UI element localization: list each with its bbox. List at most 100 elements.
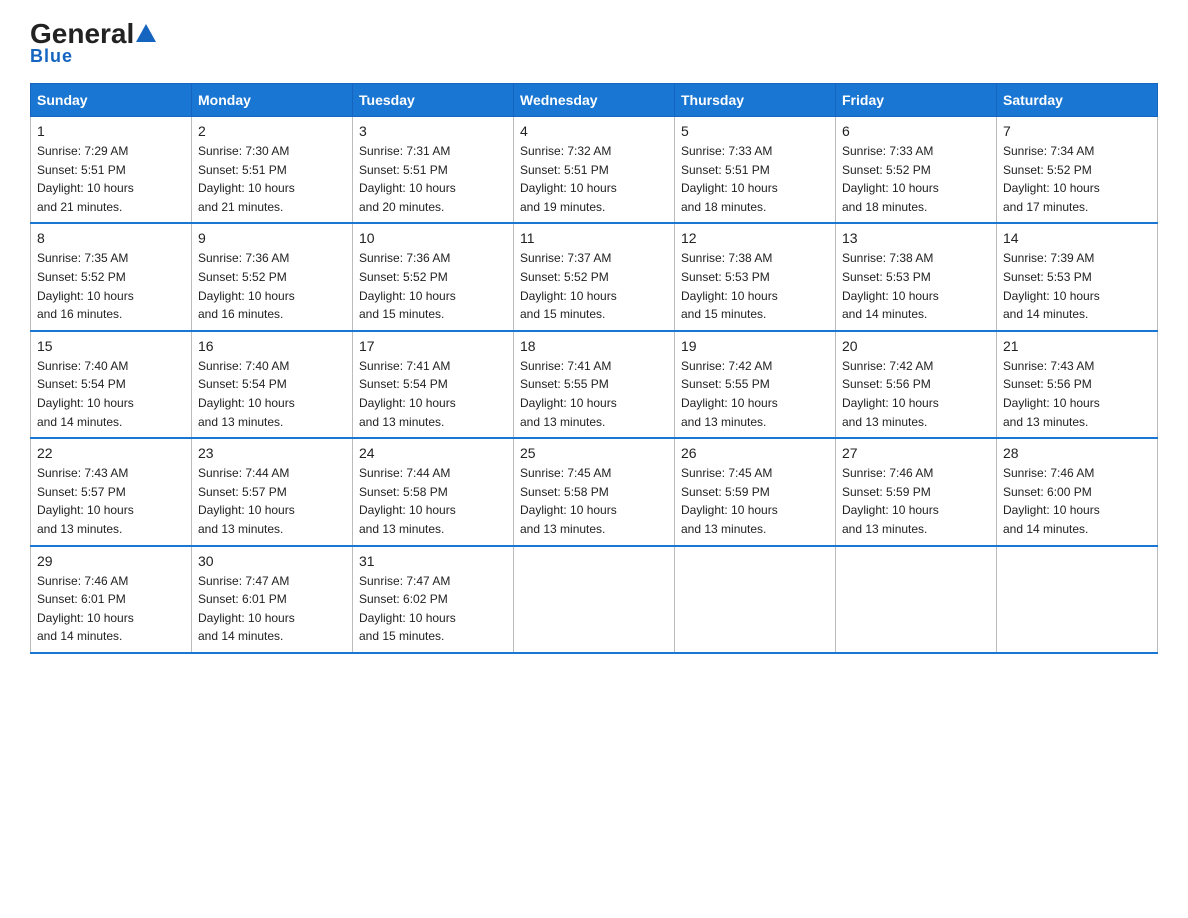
calendar-week-row: 8 Sunrise: 7:35 AMSunset: 5:52 PMDayligh… bbox=[31, 223, 1158, 330]
calendar-week-row: 22 Sunrise: 7:43 AMSunset: 5:57 PMDaylig… bbox=[31, 438, 1158, 545]
calendar-cell bbox=[997, 546, 1158, 653]
day-info: Sunrise: 7:33 AMSunset: 5:51 PMDaylight:… bbox=[681, 142, 829, 216]
calendar-cell: 29 Sunrise: 7:46 AMSunset: 6:01 PMDaylig… bbox=[31, 546, 192, 653]
day-info: Sunrise: 7:45 AMSunset: 5:58 PMDaylight:… bbox=[520, 464, 668, 538]
day-number: 18 bbox=[520, 338, 668, 354]
calendar-cell: 23 Sunrise: 7:44 AMSunset: 5:57 PMDaylig… bbox=[192, 438, 353, 545]
day-number: 12 bbox=[681, 230, 829, 246]
calendar-cell: 15 Sunrise: 7:40 AMSunset: 5:54 PMDaylig… bbox=[31, 331, 192, 438]
day-info: Sunrise: 7:32 AMSunset: 5:51 PMDaylight:… bbox=[520, 142, 668, 216]
day-number: 1 bbox=[37, 123, 185, 139]
day-number: 17 bbox=[359, 338, 507, 354]
day-info: Sunrise: 7:42 AMSunset: 5:55 PMDaylight:… bbox=[681, 357, 829, 431]
day-number: 19 bbox=[681, 338, 829, 354]
day-info: Sunrise: 7:46 AMSunset: 6:00 PMDaylight:… bbox=[1003, 464, 1151, 538]
calendar-cell: 12 Sunrise: 7:38 AMSunset: 5:53 PMDaylig… bbox=[675, 223, 836, 330]
calendar-cell: 31 Sunrise: 7:47 AMSunset: 6:02 PMDaylig… bbox=[353, 546, 514, 653]
calendar-cell: 10 Sunrise: 7:36 AMSunset: 5:52 PMDaylig… bbox=[353, 223, 514, 330]
day-info: Sunrise: 7:44 AMSunset: 5:58 PMDaylight:… bbox=[359, 464, 507, 538]
day-info: Sunrise: 7:43 AMSunset: 5:56 PMDaylight:… bbox=[1003, 357, 1151, 431]
logo-general: General bbox=[30, 20, 134, 48]
calendar-cell: 27 Sunrise: 7:46 AMSunset: 5:59 PMDaylig… bbox=[836, 438, 997, 545]
day-info: Sunrise: 7:46 AMSunset: 6:01 PMDaylight:… bbox=[37, 572, 185, 646]
day-info: Sunrise: 7:33 AMSunset: 5:52 PMDaylight:… bbox=[842, 142, 990, 216]
day-info: Sunrise: 7:37 AMSunset: 5:52 PMDaylight:… bbox=[520, 249, 668, 323]
day-info: Sunrise: 7:29 AMSunset: 5:51 PMDaylight:… bbox=[37, 142, 185, 216]
calendar-cell: 11 Sunrise: 7:37 AMSunset: 5:52 PMDaylig… bbox=[514, 223, 675, 330]
day-number: 20 bbox=[842, 338, 990, 354]
day-number: 3 bbox=[359, 123, 507, 139]
day-number: 27 bbox=[842, 445, 990, 461]
calendar-cell: 18 Sunrise: 7:41 AMSunset: 5:55 PMDaylig… bbox=[514, 331, 675, 438]
day-number: 14 bbox=[1003, 230, 1151, 246]
logo: General Blue bbox=[30, 20, 156, 67]
day-info: Sunrise: 7:38 AMSunset: 5:53 PMDaylight:… bbox=[842, 249, 990, 323]
col-header-thursday: Thursday bbox=[675, 84, 836, 117]
col-header-monday: Monday bbox=[192, 84, 353, 117]
calendar-cell: 21 Sunrise: 7:43 AMSunset: 5:56 PMDaylig… bbox=[997, 331, 1158, 438]
calendar-cell: 25 Sunrise: 7:45 AMSunset: 5:58 PMDaylig… bbox=[514, 438, 675, 545]
calendar-header-row: SundayMondayTuesdayWednesdayThursdayFrid… bbox=[31, 84, 1158, 117]
day-info: Sunrise: 7:41 AMSunset: 5:55 PMDaylight:… bbox=[520, 357, 668, 431]
day-info: Sunrise: 7:47 AMSunset: 6:01 PMDaylight:… bbox=[198, 572, 346, 646]
calendar-cell: 2 Sunrise: 7:30 AMSunset: 5:51 PMDayligh… bbox=[192, 117, 353, 224]
day-number: 13 bbox=[842, 230, 990, 246]
calendar-cell: 14 Sunrise: 7:39 AMSunset: 5:53 PMDaylig… bbox=[997, 223, 1158, 330]
day-number: 31 bbox=[359, 553, 507, 569]
day-number: 29 bbox=[37, 553, 185, 569]
calendar-week-row: 29 Sunrise: 7:46 AMSunset: 6:01 PMDaylig… bbox=[31, 546, 1158, 653]
day-number: 10 bbox=[359, 230, 507, 246]
col-header-tuesday: Tuesday bbox=[353, 84, 514, 117]
day-info: Sunrise: 7:40 AMSunset: 5:54 PMDaylight:… bbox=[37, 357, 185, 431]
day-number: 8 bbox=[37, 230, 185, 246]
day-number: 7 bbox=[1003, 123, 1151, 139]
day-info: Sunrise: 7:41 AMSunset: 5:54 PMDaylight:… bbox=[359, 357, 507, 431]
day-info: Sunrise: 7:31 AMSunset: 5:51 PMDaylight:… bbox=[359, 142, 507, 216]
calendar-cell: 20 Sunrise: 7:42 AMSunset: 5:56 PMDaylig… bbox=[836, 331, 997, 438]
calendar-cell: 13 Sunrise: 7:38 AMSunset: 5:53 PMDaylig… bbox=[836, 223, 997, 330]
day-number: 15 bbox=[37, 338, 185, 354]
col-header-sunday: Sunday bbox=[31, 84, 192, 117]
calendar-table: SundayMondayTuesdayWednesdayThursdayFrid… bbox=[30, 83, 1158, 654]
calendar-cell: 19 Sunrise: 7:42 AMSunset: 5:55 PMDaylig… bbox=[675, 331, 836, 438]
day-info: Sunrise: 7:36 AMSunset: 5:52 PMDaylight:… bbox=[359, 249, 507, 323]
calendar-cell: 16 Sunrise: 7:40 AMSunset: 5:54 PMDaylig… bbox=[192, 331, 353, 438]
col-header-friday: Friday bbox=[836, 84, 997, 117]
logo-triangle-icon bbox=[136, 24, 156, 42]
day-number: 28 bbox=[1003, 445, 1151, 461]
day-info: Sunrise: 7:39 AMSunset: 5:53 PMDaylight:… bbox=[1003, 249, 1151, 323]
day-number: 11 bbox=[520, 230, 668, 246]
day-number: 21 bbox=[1003, 338, 1151, 354]
day-info: Sunrise: 7:36 AMSunset: 5:52 PMDaylight:… bbox=[198, 249, 346, 323]
day-number: 22 bbox=[37, 445, 185, 461]
calendar-cell: 7 Sunrise: 7:34 AMSunset: 5:52 PMDayligh… bbox=[997, 117, 1158, 224]
day-info: Sunrise: 7:47 AMSunset: 6:02 PMDaylight:… bbox=[359, 572, 507, 646]
day-info: Sunrise: 7:43 AMSunset: 5:57 PMDaylight:… bbox=[37, 464, 185, 538]
day-number: 5 bbox=[681, 123, 829, 139]
calendar-cell: 22 Sunrise: 7:43 AMSunset: 5:57 PMDaylig… bbox=[31, 438, 192, 545]
day-number: 23 bbox=[198, 445, 346, 461]
calendar-cell: 6 Sunrise: 7:33 AMSunset: 5:52 PMDayligh… bbox=[836, 117, 997, 224]
day-number: 26 bbox=[681, 445, 829, 461]
day-number: 25 bbox=[520, 445, 668, 461]
calendar-cell: 4 Sunrise: 7:32 AMSunset: 5:51 PMDayligh… bbox=[514, 117, 675, 224]
calendar-cell bbox=[675, 546, 836, 653]
calendar-cell bbox=[836, 546, 997, 653]
day-info: Sunrise: 7:30 AMSunset: 5:51 PMDaylight:… bbox=[198, 142, 346, 216]
calendar-week-row: 1 Sunrise: 7:29 AMSunset: 5:51 PMDayligh… bbox=[31, 117, 1158, 224]
calendar-cell: 8 Sunrise: 7:35 AMSunset: 5:52 PMDayligh… bbox=[31, 223, 192, 330]
day-info: Sunrise: 7:34 AMSunset: 5:52 PMDaylight:… bbox=[1003, 142, 1151, 216]
col-header-wednesday: Wednesday bbox=[514, 84, 675, 117]
calendar-cell: 3 Sunrise: 7:31 AMSunset: 5:51 PMDayligh… bbox=[353, 117, 514, 224]
day-info: Sunrise: 7:38 AMSunset: 5:53 PMDaylight:… bbox=[681, 249, 829, 323]
day-info: Sunrise: 7:44 AMSunset: 5:57 PMDaylight:… bbox=[198, 464, 346, 538]
calendar-cell: 1 Sunrise: 7:29 AMSunset: 5:51 PMDayligh… bbox=[31, 117, 192, 224]
page-header: General Blue bbox=[30, 20, 1158, 67]
logo-blue: Blue bbox=[30, 46, 73, 67]
day-number: 4 bbox=[520, 123, 668, 139]
calendar-week-row: 15 Sunrise: 7:40 AMSunset: 5:54 PMDaylig… bbox=[31, 331, 1158, 438]
day-number: 16 bbox=[198, 338, 346, 354]
calendar-cell: 17 Sunrise: 7:41 AMSunset: 5:54 PMDaylig… bbox=[353, 331, 514, 438]
day-number: 30 bbox=[198, 553, 346, 569]
col-header-saturday: Saturday bbox=[997, 84, 1158, 117]
